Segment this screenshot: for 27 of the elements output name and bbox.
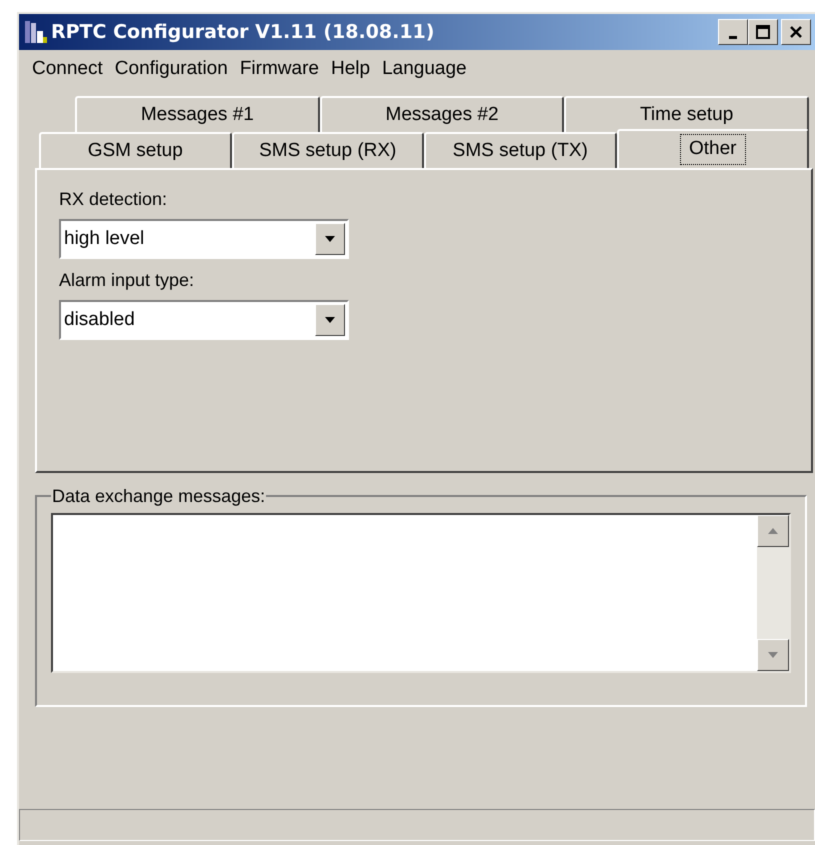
close-icon [788,25,804,39]
menu-item[interactable]: Connect [27,54,108,84]
close-button[interactable] [781,19,811,45]
menu-item[interactable]: Firmware [234,54,324,84]
scrollbar[interactable] [757,515,789,671]
maximize-icon [755,25,771,39]
tab[interactable]: Time setup [564,96,810,132]
dropdown[interactable]: disabled [59,300,349,340]
tab[interactable]: GSM setup [39,132,232,168]
dropdown[interactable]: high level [59,219,349,259]
menu-item[interactable]: Language [377,54,472,84]
tab[interactable]: Messages #1 [75,96,320,132]
window-title: RPTC Configurator V1.11 (18.08.11) [51,20,436,45]
tab[interactable]: Messages #2 [320,96,564,132]
building-icon [23,19,49,45]
field-label: Alarm input type: [59,269,196,292]
menu-item[interactable]: Configuration [110,54,233,84]
tab[interactable]: Other [616,129,809,168]
minimize-icon [729,36,737,38]
field-label: RX detection: [59,188,168,211]
scroll-down-icon[interactable] [757,639,789,671]
scroll-up-icon[interactable] [757,515,789,547]
minimize-button[interactable] [718,19,748,45]
tab[interactable]: SMS setup (RX) [232,132,424,168]
maximize-button[interactable] [748,19,778,45]
menu-item[interactable]: Help [326,54,376,84]
tab[interactable]: SMS setup (TX) [424,132,616,168]
